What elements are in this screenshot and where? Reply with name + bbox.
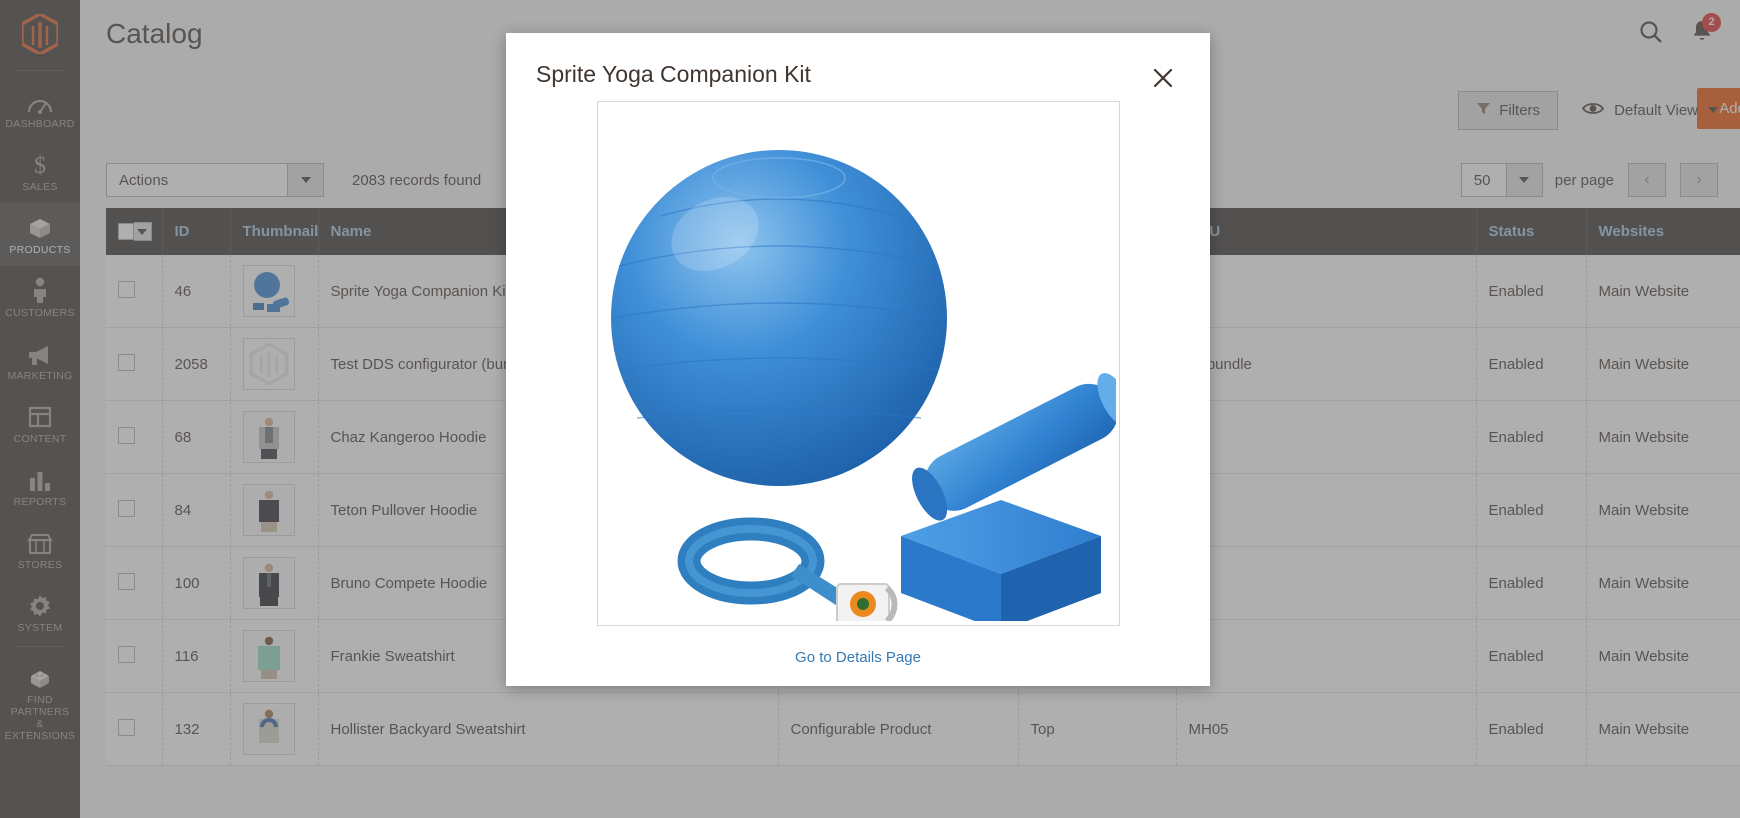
product-image-frame [596,101,1120,626]
modal-body: Go to Details Page [506,101,1210,686]
modal-title: Sprite Yoga Companion Kit [536,61,811,87]
product-preview-modal: Sprite Yoga Companion Kit Go to Details … [506,33,1210,686]
admin-page: DASHBOARD $ SALES PRODUCTS CUSTOMERS MAR… [0,0,1740,818]
go-to-details-page-link[interactable]: Go to Details Page [795,649,921,666]
modal-header: Sprite Yoga Companion Kit [506,33,1210,101]
sprite-yoga-companion-kit-image [600,106,1116,621]
close-icon[interactable] [1148,63,1178,93]
